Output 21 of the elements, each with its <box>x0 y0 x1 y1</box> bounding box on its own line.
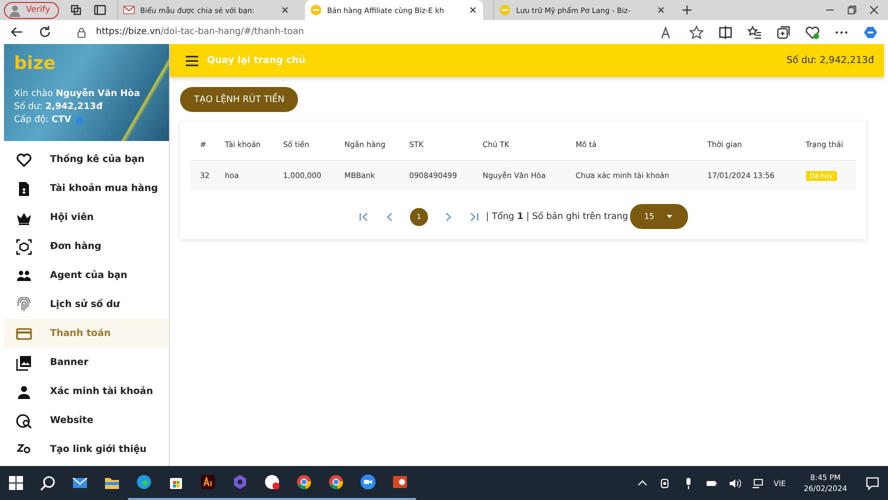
menu-item[interactable]: Hội viên <box>4 203 169 232</box>
balance-text: Số dư: 2,942,213đ <box>14 102 104 112</box>
menu-item[interactable]: Thanh toán <box>4 319 169 348</box>
menu-item[interactable]: Website <box>4 406 169 435</box>
logo: bize <box>14 53 57 74</box>
menu-item[interactable]: Agent của bạn <box>4 261 169 290</box>
menu-item[interactable]: Lịch sử số dư <box>4 290 169 319</box>
address-field[interactable]: https://bize.vn/doi-tac-ban-hang/#/thanh-toan <box>76 26 596 38</box>
menu-item[interactable]: Thống kê của bạn <box>4 145 169 174</box>
menu-item[interactable]: Tài khoản mua hàng <box>4 174 169 203</box>
menu-item[interactable]: Banner <box>4 348 169 377</box>
menu-item[interactable]: Đơn hàng <box>4 232 169 261</box>
greeting-text: Xin chào Nguyễn Văn Hòa <box>14 89 142 99</box>
level-text: Cấp độ: CTV <box>14 115 72 125</box>
withdraw-button[interactable]: TẠO LỆNH RÚT TIỀN <box>180 87 298 112</box>
per-page-select[interactable]: 15 <box>630 204 688 229</box>
profile-button[interactable]: Verify <box>4 2 60 18</box>
menu-item[interactable]: Xác minh tài khoản <box>4 377 169 406</box>
balance-text: Số dư: 2,942,213đ <box>786 55 874 66</box>
page-summary: | Tổng 1 | Số bản ghi trên trang <box>486 212 628 222</box>
menu-item[interactable]: Tạo link giới thiệu <box>4 435 169 464</box>
